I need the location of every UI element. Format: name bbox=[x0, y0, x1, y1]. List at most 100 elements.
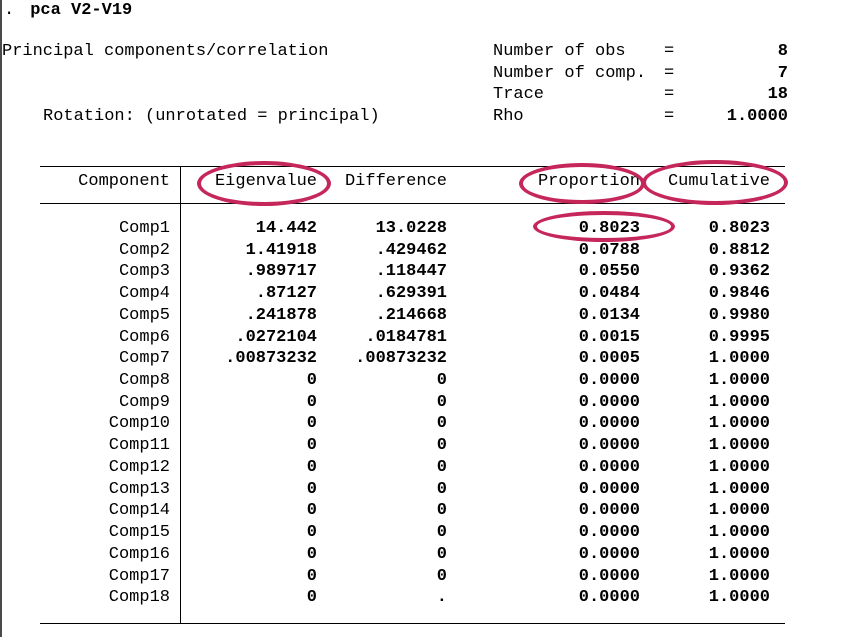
difference-cell: .0184781 bbox=[365, 327, 447, 347]
table-row: Comp9 0 0 0.0000 1.0000 bbox=[0, 392, 867, 414]
eigenvalue-cell: 0 bbox=[306, 588, 317, 608]
column-header-proportion: Proportion bbox=[537, 172, 640, 191]
component-cell: Comp1 bbox=[118, 219, 170, 238]
difference-cell: 0 bbox=[436, 479, 447, 499]
component-cell: Comp7 bbox=[118, 349, 170, 369]
table-bottom-rule bbox=[40, 623, 785, 624]
proportion-cell: 0.0550 bbox=[578, 262, 640, 282]
proportion-cell: 0.0000 bbox=[578, 457, 640, 477]
proportion-cell: 0.0000 bbox=[578, 392, 640, 412]
stat-value-number-of-comp: 7 bbox=[777, 64, 788, 83]
component-cell: Comp11 bbox=[108, 436, 170, 456]
difference-cell: 0 bbox=[436, 414, 447, 434]
proportion-cell: 0.0000 bbox=[578, 414, 640, 434]
component-cell: Comp15 bbox=[108, 523, 170, 543]
difference-cell: .118447 bbox=[375, 262, 447, 282]
column-header-eigenvalue: Eigenvalue bbox=[214, 172, 317, 191]
stat-value-trace: 18 bbox=[767, 85, 788, 104]
proportion-cell: 0.0005 bbox=[578, 349, 640, 369]
component-cell: Comp12 bbox=[108, 457, 170, 477]
stat-eq: = bbox=[664, 64, 675, 83]
table-row: Comp14 0 0 0.0000 1.0000 bbox=[0, 500, 867, 522]
stat-label-number-of-comp: Number of comp. bbox=[493, 64, 647, 83]
table-row: Comp11 0 0 0.0000 1.0000 bbox=[0, 435, 867, 457]
cumulative-cell: 1.0000 bbox=[708, 523, 770, 543]
command-prompt: . bbox=[4, 1, 15, 20]
proportion-cell: 0.0015 bbox=[578, 327, 640, 347]
cumulative-cell: 1.0000 bbox=[708, 479, 770, 499]
cumulative-cell: 0.9362 bbox=[708, 262, 770, 282]
eigenvalue-cell: 0 bbox=[306, 371, 317, 391]
stat-value-rho: 1.0000 bbox=[726, 107, 788, 126]
component-cell: Comp6 bbox=[118, 327, 170, 347]
difference-cell: 0 bbox=[436, 436, 447, 456]
cumulative-cell: 1.0000 bbox=[708, 544, 770, 564]
cumulative-cell: 1.0000 bbox=[708, 349, 770, 369]
stat-value-number-of-obs: 8 bbox=[777, 42, 788, 61]
component-cell: Comp17 bbox=[108, 566, 170, 586]
cumulative-cell: 1.0000 bbox=[708, 414, 770, 434]
table-header-row: Component Eigenvalue Difference Proporti… bbox=[0, 172, 867, 194]
eigenvalue-cell: 0 bbox=[306, 566, 317, 586]
difference-cell: .00873232 bbox=[355, 349, 447, 369]
proportion-cell: 0.0134 bbox=[578, 305, 640, 325]
component-cell: Comp9 bbox=[118, 392, 170, 412]
component-cell: Comp18 bbox=[108, 588, 170, 608]
difference-cell: 0 bbox=[436, 392, 447, 412]
cumulative-cell: 1.0000 bbox=[708, 371, 770, 391]
component-cell: Comp5 bbox=[118, 305, 170, 325]
table-row: Comp15 0 0 0.0000 1.0000 bbox=[0, 522, 867, 544]
difference-cell: .629391 bbox=[375, 284, 447, 304]
output-title: Principal components/correlation bbox=[2, 42, 329, 61]
component-cell: Comp16 bbox=[108, 544, 170, 564]
table-top-rule bbox=[40, 166, 785, 167]
component-cell: Comp10 bbox=[108, 414, 170, 434]
difference-cell: .429462 bbox=[375, 240, 447, 260]
proportion-cell: 0.0788 bbox=[578, 240, 640, 260]
eigenvalue-cell: 0 bbox=[306, 479, 317, 499]
stat-label-rho: Rho bbox=[493, 107, 524, 126]
stata-results-window: . pca V2-V19 Principal components/correla… bbox=[0, 0, 867, 637]
table-row: Comp3 .989717 .118447 0.0550 0.9362 bbox=[0, 261, 867, 283]
difference-cell: 0 bbox=[436, 501, 447, 521]
eigenvalue-cell: .00873232 bbox=[225, 349, 317, 369]
command-line: . pca V2-V19 bbox=[4, 1, 132, 20]
cumulative-cell: 0.8023 bbox=[708, 219, 770, 238]
component-cell: Comp13 bbox=[108, 479, 170, 499]
rotation-line: Rotation: (unrotated = principal) bbox=[43, 107, 380, 126]
cumulative-cell: 1.0000 bbox=[708, 566, 770, 586]
cumulative-cell: 0.9980 bbox=[708, 305, 770, 325]
eigenvalue-cell: 0 bbox=[306, 501, 317, 521]
proportion-cell: 0.8023 bbox=[578, 219, 640, 238]
difference-cell: 0 bbox=[436, 457, 447, 477]
eigenvalue-cell: .87127 bbox=[255, 284, 317, 304]
column-header-component: Component bbox=[78, 172, 170, 191]
stat-eq: = bbox=[664, 42, 675, 61]
stat-eq: = bbox=[664, 85, 675, 104]
proportion-cell: 0.0000 bbox=[578, 588, 640, 608]
cumulative-cell: 1.0000 bbox=[708, 588, 770, 608]
proportion-cell: 0.0000 bbox=[578, 479, 640, 499]
column-header-difference: Difference bbox=[344, 172, 447, 191]
command-text: pca V2-V19 bbox=[30, 1, 133, 20]
cumulative-cell: 1.0000 bbox=[708, 501, 770, 521]
table-row: Comp2 1.41918 .429462 0.0788 0.8812 bbox=[0, 240, 867, 262]
eigenvalue-cell: 0 bbox=[306, 523, 317, 543]
proportion-cell: 0.0000 bbox=[578, 501, 640, 521]
table-row: Comp18 0 . 0.0000 1.0000 bbox=[0, 587, 867, 609]
table-row: Comp13 0 0 0.0000 1.0000 bbox=[0, 479, 867, 501]
eigenvalue-cell: 0 bbox=[306, 544, 317, 564]
difference-cell: .214668 bbox=[375, 305, 447, 325]
table-row: Comp7 .00873232 .00873232 0.0005 1.0000 bbox=[0, 348, 867, 370]
table-row: Comp17 0 0 0.0000 1.0000 bbox=[0, 566, 867, 588]
eigenvalue-cell: 0 bbox=[306, 457, 317, 477]
table-row: Comp8 0 0 0.0000 1.0000 bbox=[0, 370, 867, 392]
component-cell: Comp2 bbox=[118, 240, 170, 260]
difference-cell: . bbox=[436, 588, 447, 608]
stat-label-number-of-obs: Number of obs bbox=[493, 42, 626, 61]
component-cell: Comp14 bbox=[108, 501, 170, 521]
table-row: Comp16 0 0 0.0000 1.0000 bbox=[0, 544, 867, 566]
stat-eq: = bbox=[664, 107, 675, 126]
table-row: Comp6 .0272104 .0184781 0.0015 0.9995 bbox=[0, 327, 867, 349]
table-row: Comp1 14.442 13.0228 0.8023 0.8023 bbox=[0, 218, 867, 240]
